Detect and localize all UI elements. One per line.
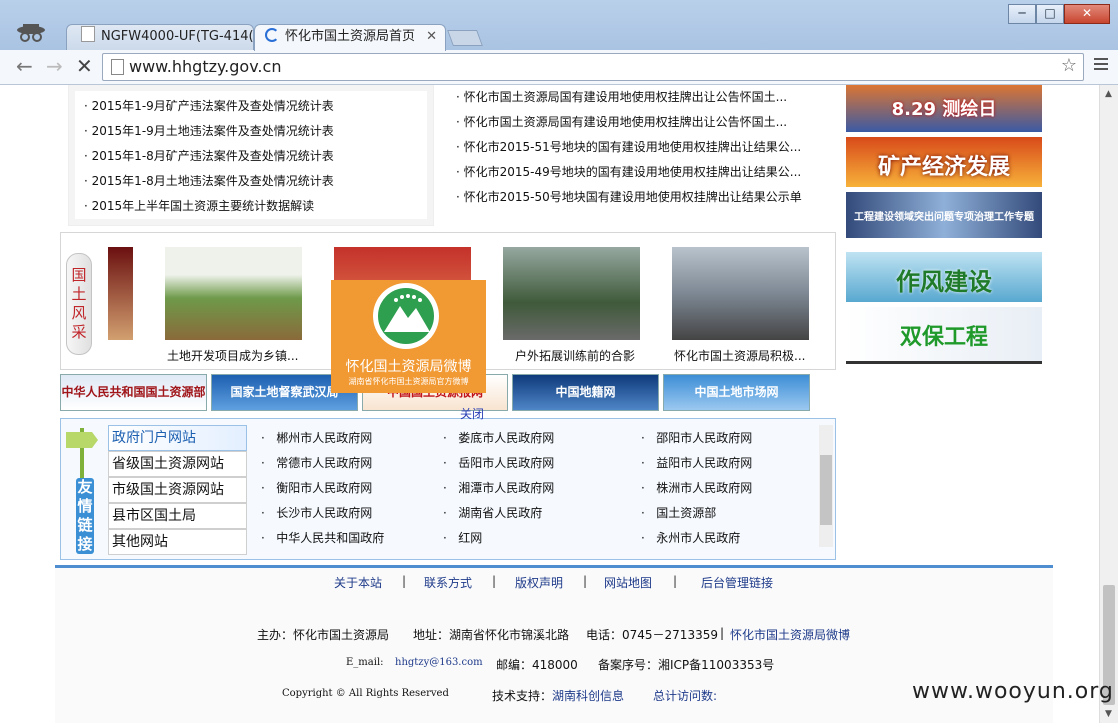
links-scrollbar[interactable] (819, 425, 833, 547)
tab-county-land[interactable]: 县市区国土局 (108, 503, 247, 529)
tab-city-land[interactable]: 市级国土资源网站 (108, 477, 247, 503)
stats-list: · 2015年1-9月矿产违法案件及查处情况统计表 · 2015年1-9月土地违… (68, 85, 434, 226)
back-icon[interactable]: ← (16, 56, 33, 76)
link-item[interactable]: · 衡阳市人民政府网 (261, 479, 372, 496)
link-item[interactable]: · 国土资源部 (641, 504, 716, 521)
list-item[interactable]: · 怀化市2015-51号地块的国有建设用地使用权挂牌出让结果公... (456, 138, 801, 155)
link-item[interactable]: · 永州市人民政府 (641, 529, 740, 546)
footer-tech-link[interactable]: 湖南科创信息 (552, 687, 624, 704)
stop-icon[interactable]: ✕ (76, 56, 93, 76)
banner-survey-day[interactable]: 8.29 测绘日 (846, 85, 1042, 132)
friendly-links-panel: 友情链接 政府门户网站 省级国土资源网站 市级国土资源网站 县市区国土局 其他网… (60, 418, 836, 560)
link-item[interactable]: · 邵阳市人民政府网 (641, 429, 752, 446)
incognito-icon (17, 24, 45, 42)
new-tab-button[interactable] (447, 30, 483, 46)
link-cadastre[interactable]: 中国地籍网 (512, 374, 659, 411)
tab-other-sites[interactable]: 其他网站 (108, 529, 247, 555)
list-item[interactable]: · 2015年上半年国土资源主要统计数据解读 (84, 197, 314, 214)
gallery-tag: 国土风采 (66, 253, 92, 355)
close-tab-icon[interactable]: ✕ (426, 25, 437, 49)
close-window-button[interactable]: ✕ (1064, 4, 1110, 24)
page-icon (111, 59, 124, 75)
gallery-caption[interactable]: 户外拓展训练前的合影 (515, 347, 635, 364)
ministry-logo-icon (373, 283, 439, 349)
link-item[interactable]: · 湘潭市人民政府网 (443, 479, 554, 496)
gallery-photo[interactable] (165, 247, 302, 340)
list-item[interactable]: · 2015年1-8月土地违法案件及查处情况统计表 (84, 172, 334, 189)
link-item[interactable]: · 益阳市人民政府网 (641, 454, 752, 471)
list-item[interactable]: · 怀化市2015-50号地块国有建设用地使用权挂牌出让结果公示单 (456, 188, 802, 205)
link-land-market[interactable]: 中国土地市场网 (663, 374, 810, 411)
friendly-links-sidebar: 友情链接 (62, 420, 106, 556)
gallery-caption[interactable]: 土地开发项目成为乡镇... (167, 347, 298, 364)
banner-engineering-special[interactable]: 工程建设领域突出问题专项治理工作专题 (846, 192, 1042, 238)
footer-icp: 备案序号：湘ICP备11003353号 (598, 658, 775, 672)
footer-link-admin[interactable]: 后台管理链接 (701, 574, 773, 591)
link-item[interactable]: · 岳阳市人民政府网 (443, 454, 554, 471)
footer-link-copyright[interactable]: 版权声明 (515, 574, 563, 591)
footer-copyright: Copyright © All Rights Reserved (282, 688, 449, 699)
footer-link-contact[interactable]: 联系方式 (424, 574, 472, 591)
tab-government-portal[interactable]: 政府门户网站 (108, 425, 247, 451)
list-item[interactable]: · 怀化市2015-49号地块的国有建设用地使用权挂牌出让结果公... (456, 163, 801, 180)
footer-visit-count: 总计访问数: (653, 689, 718, 703)
link-item[interactable]: · 郴州市人民政府网 (261, 429, 372, 446)
address-bar[interactable]: www.hhgtzy.gov.cn ☆ (102, 53, 1084, 81)
weibo-close-button[interactable]: 关闭 (460, 405, 484, 422)
gallery-photo[interactable] (108, 247, 133, 340)
footer-sep: | (720, 626, 725, 640)
watermark: www.wooyun.org (912, 679, 1114, 704)
link-item[interactable]: · 常德市人民政府网 (261, 454, 372, 471)
tab-provincial-land[interactable]: 省级国土资源网站 (108, 451, 247, 477)
link-item[interactable]: · 中华人民共和国政府 (261, 529, 384, 546)
footer-postcode: 邮编：418000 (496, 658, 578, 672)
browser-toolbar: ← → ✕ www.hhgtzy.gov.cn ☆ (0, 50, 1118, 85)
link-item[interactable]: · 长沙市人民政府网 (261, 504, 372, 521)
scroll-up-icon[interactable]: ▲ (1105, 89, 1112, 99)
tab-hhgtzy[interactable]: 怀化市国土资源局首页 ✕ (254, 24, 446, 51)
weibo-floating-ad[interactable]: 怀化国土资源局微博 湖南省怀化市国土资源局官方微博 (331, 280, 486, 393)
loading-icon (265, 28, 279, 42)
list-item[interactable]: · 2015年1-8月矿产违法案件及查处情况统计表 (84, 147, 334, 164)
gallery-photo[interactable] (672, 247, 809, 340)
link-mlr[interactable]: 中华人民共和国国土资源部 (60, 374, 207, 411)
bookmark-star-icon[interactable]: ☆ (1061, 55, 1077, 76)
browser-titlebar: NGFW4000-UF(TG-414( 怀化市国土资源局首页 ✕ ─ □ ✕ (0, 0, 1118, 51)
tab-ngfw[interactable]: NGFW4000-UF(TG-414( (66, 24, 254, 51)
footer-email[interactable]: hhgtzy@163.com (395, 657, 483, 668)
gallery-caption[interactable]: 怀化市国土资源局积极... (674, 347, 805, 364)
minimize-button[interactable]: ─ (1008, 4, 1036, 24)
footer-link-about[interactable]: 关于本站 (334, 574, 382, 591)
footer-link-sitemap[interactable]: 网站地图 (604, 574, 652, 591)
footer-weibo-link[interactable]: 怀化市国土资源局微博 (730, 626, 850, 643)
list-item[interactable]: · 2015年1-9月土地违法案件及查处情况统计表 (84, 122, 334, 139)
menu-icon[interactable] (1094, 58, 1108, 73)
footer-phone: 电话：0745－2713359 (586, 628, 718, 642)
url-text[interactable]: www.hhgtzy.gov.cn (129, 57, 281, 76)
footer-address: 地址：湖南省怀化市锦溪北路 (413, 628, 570, 642)
forward-icon[interactable]: → (46, 56, 63, 76)
list-item[interactable]: · 怀化市国土资源局国有建设用地使用权挂牌出让公告怀国土... (456, 113, 787, 130)
banner-work-style[interactable]: 作风建设 (846, 252, 1042, 302)
link-item[interactable]: · 娄底市人民政府网 (443, 429, 554, 446)
signpost-icon (66, 428, 98, 478)
banner-mineral-economy[interactable]: 矿产经济发展 (846, 137, 1042, 187)
page-icon (81, 26, 95, 42)
page-scrollbar[interactable]: ▲ ▼ (1099, 85, 1118, 723)
footer-tech-label: 技术支持： (492, 689, 553, 703)
banner-double-guarantee[interactable]: 双保工程 (846, 307, 1042, 364)
list-item[interactable]: · 怀化市国土资源局国有建设用地使用权挂牌出让公告怀国土... (456, 88, 787, 105)
footer-email-label: E_mail: (346, 657, 384, 668)
scroll-down-icon[interactable]: ▼ (1105, 709, 1112, 719)
list-item[interactable]: · 2015年1-9月矿产违法案件及查处情况统计表 (84, 97, 334, 114)
page-viewport: · 2015年1-9月矿产违法案件及查处情况统计表 · 2015年1-9月土地违… (0, 85, 1100, 723)
footer-sponsor: 主办：怀化市国土资源局 (257, 628, 390, 642)
link-item[interactable]: · 红网 (443, 529, 482, 546)
maximize-button[interactable]: □ (1036, 4, 1064, 24)
gallery-photo[interactable] (503, 247, 640, 340)
link-item[interactable]: · 湖南省人民政府 (443, 504, 542, 521)
link-item[interactable]: · 株洲市人民政府网 (641, 479, 752, 496)
